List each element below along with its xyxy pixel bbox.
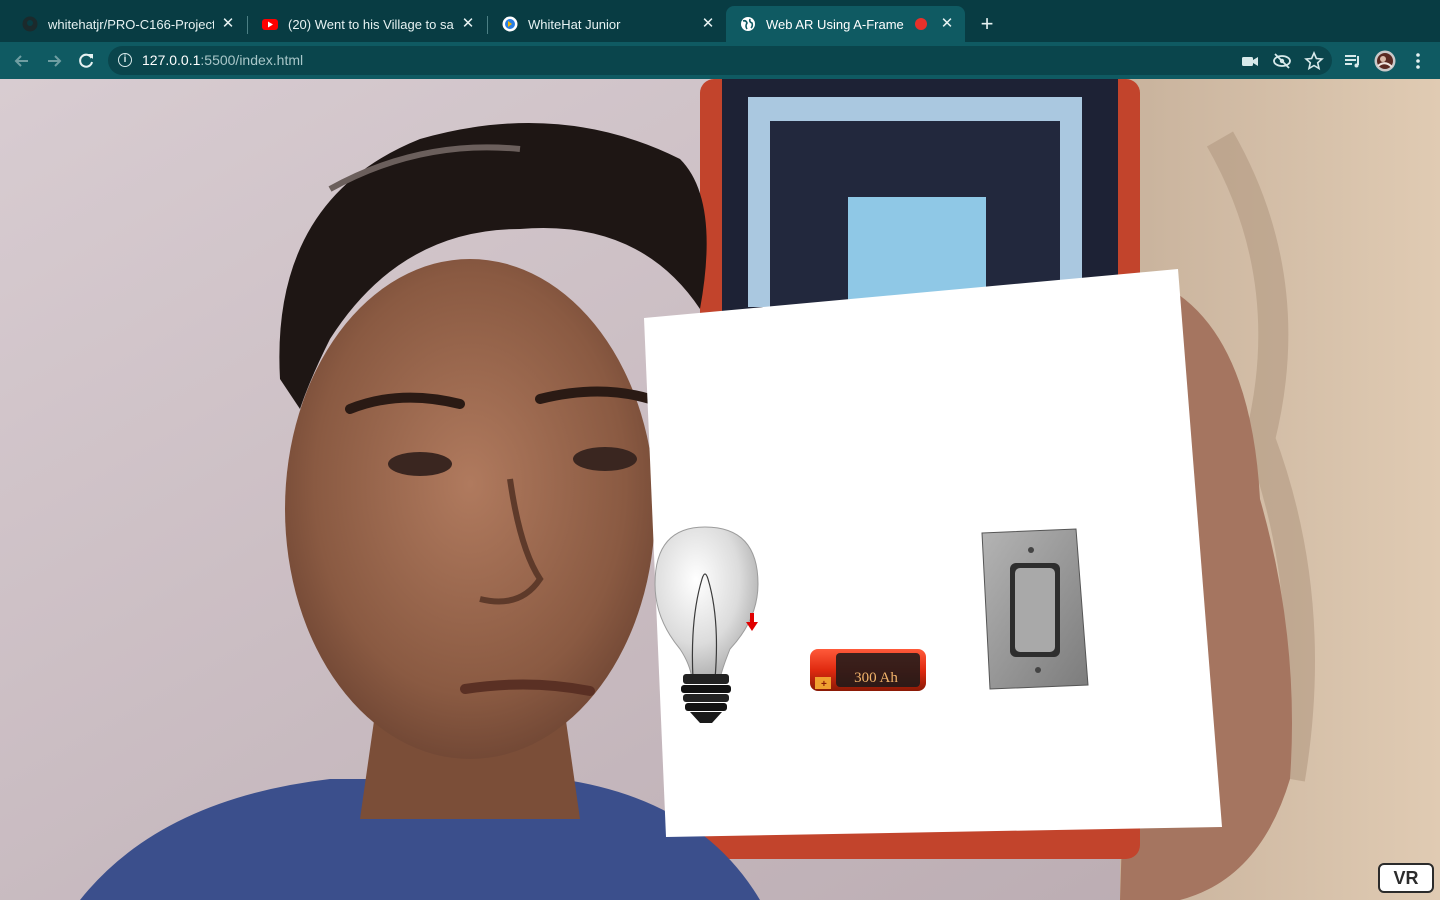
camera-icon[interactable] [1239,50,1261,72]
vr-mode-button[interactable]: VR [1378,863,1434,893]
tab-title: WhiteHat Junior [528,16,621,32]
battery-model: + 300 Ah [810,649,926,691]
recording-icon [915,18,927,30]
svg-text:+: + [821,679,827,690]
back-arrow-icon[interactable] [11,50,33,72]
youtube-icon [262,16,278,32]
eye-off-icon[interactable] [1271,50,1293,72]
avatar[interactable] [1374,50,1396,72]
close-icon[interactable]: ✕ [939,16,955,32]
tab-github[interactable]: whitehatjr/PRO-C166-Project-S ✕ [8,6,246,42]
tab-title: Web AR Using A-Frame [766,16,904,32]
whitehat-icon [502,16,518,32]
url-path: :5500/index.html [200,52,304,68]
close-icon[interactable]: ✕ [220,16,236,32]
tab-strip: whitehatjr/PRO-C166-Project-S ✕ (20) Wen… [0,0,1440,42]
tab-title: whitehatjr/PRO-C166-Project-S [48,16,214,32]
ar-viewport[interactable]: + 300 Ah VR [0,79,1440,900]
close-icon[interactable]: ✕ [700,16,716,32]
media-queue-icon[interactable] [1342,50,1364,72]
star-icon[interactable] [1303,50,1325,72]
battery-label: 300 Ah [854,670,898,686]
close-icon[interactable]: ✕ [460,16,476,32]
camera-feed: + 300 Ah [0,79,1440,900]
tab-youtube[interactable]: (20) Went to his Village to say ✕ [248,6,486,42]
globe-icon [740,16,756,32]
light-switch-model [981,528,1089,690]
reload-icon[interactable] [75,50,97,72]
info-icon[interactable]: i [118,53,132,67]
kebab-menu-icon[interactable] [1407,50,1429,72]
tab-web-ar[interactable]: Web AR Using A-Frame ✕ [726,6,965,42]
forward-arrow-icon[interactable] [43,50,65,72]
url-host: 127.0.0.1 [142,52,201,68]
github-icon [22,16,38,32]
url-text: 127.0.0.1:5500/index.html [142,52,303,68]
tab-title: (20) Went to his Village to say [288,16,454,32]
tab-whitehat[interactable]: WhiteHat Junior ✕ [488,6,726,42]
browser-toolbar: i 127.0.0.1:5500/index.html [0,42,1440,79]
new-tab-button[interactable]: + [975,13,999,37]
address-bar[interactable]: i 127.0.0.1:5500/index.html [108,46,1332,75]
